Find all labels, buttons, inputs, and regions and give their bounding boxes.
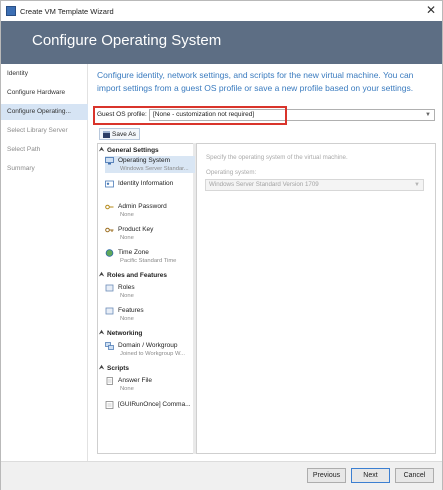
highlight-box xyxy=(93,106,287,125)
close-icon[interactable]: ✕ xyxy=(426,3,436,17)
network-icon xyxy=(105,341,114,350)
wizard-window: Create VM Template Wizard ✕ Configure Op… xyxy=(0,0,443,490)
section-general-settings[interactable]: ⮝ General Settings xyxy=(99,145,159,155)
intro-text: Configure identity, network settings, an… xyxy=(97,70,414,93)
page-title: Configure Operating System xyxy=(32,32,222,49)
collapse-icon: ⮝ xyxy=(99,146,105,153)
chevron-down-icon: ▼ xyxy=(425,112,431,118)
nav-item-configure-operating-system[interactable]: Configure Operating... xyxy=(1,104,88,120)
wizard-header: Configure Operating System xyxy=(1,21,442,64)
detail-description: Specify the operating system of the virt… xyxy=(206,154,348,161)
next-button[interactable]: Next xyxy=(351,468,390,483)
key-icon xyxy=(105,204,114,209)
cancel-button[interactable]: Cancel xyxy=(395,468,434,483)
operating-system-value: Windows Server Standard Version 1709 xyxy=(209,181,319,188)
section-scripts[interactable]: ⮝ Scripts xyxy=(99,363,129,373)
tree-item-admin-password[interactable]: Admin Password None xyxy=(105,202,195,219)
script-icon xyxy=(105,400,114,409)
chevron-down-icon: ▼ xyxy=(414,182,420,188)
nav-item-configure-hardware[interactable]: Configure Hardware xyxy=(1,85,88,101)
features-icon xyxy=(105,307,114,314)
product-key-icon xyxy=(105,227,114,232)
tree-item-operating-system[interactable]: Operating System Windows Server Standar.… xyxy=(105,156,195,173)
tree-item-features[interactable]: Features None xyxy=(105,306,195,323)
nav-item-select-library-server: Select Library Server xyxy=(7,127,68,134)
nav-item-select-path: Select Path xyxy=(7,146,41,153)
save-as-button[interactable]: Save As xyxy=(99,128,140,140)
tree-item-gui-run-once[interactable]: [GUIRunOnce] Comma... xyxy=(105,400,195,409)
collapse-icon: ⮝ xyxy=(99,364,105,371)
tree-item-answer-file[interactable]: Answer File None xyxy=(105,376,195,393)
save-as-label: Save As xyxy=(112,130,136,138)
tree-item-product-key[interactable]: Product Key None xyxy=(105,225,195,242)
collapse-icon: ⮝ xyxy=(99,329,105,336)
save-icon xyxy=(103,130,110,138)
operating-system-label: Operating system: xyxy=(206,169,257,176)
app-icon xyxy=(6,6,16,16)
tree-item-roles[interactable]: Roles None xyxy=(105,283,195,300)
previous-button[interactable]: Previous xyxy=(307,468,346,483)
roles-icon xyxy=(105,284,114,291)
id-card-icon xyxy=(105,180,114,187)
globe-icon xyxy=(105,248,114,257)
window-title: Create VM Template Wizard xyxy=(20,6,114,16)
title-bar: Create VM Template Wizard ✕ xyxy=(1,1,442,21)
tree-item-identity-information[interactable]: Identity Information xyxy=(105,179,195,188)
tree-item-time-zone[interactable]: Time Zone Pacific Standard Time xyxy=(105,248,195,265)
nav-item-summary: Summary xyxy=(7,165,35,172)
section-networking[interactable]: ⮝ Networking xyxy=(99,328,142,338)
operating-system-dropdown: Windows Server Standard Version 1709 ▼ xyxy=(205,179,424,191)
document-icon xyxy=(106,376,113,385)
nav-item-identity[interactable]: Identity xyxy=(1,66,88,82)
tree-item-domain-workgroup[interactable]: Domain / Workgroup Joined to Workgroup W… xyxy=(105,341,195,358)
section-roles-and-features[interactable]: ⮝ Roles and Features xyxy=(99,270,167,280)
computer-icon xyxy=(105,156,114,164)
wizard-nav: Identity Configure Hardware Configure Op… xyxy=(1,64,88,464)
collapse-icon: ⮝ xyxy=(99,271,105,278)
